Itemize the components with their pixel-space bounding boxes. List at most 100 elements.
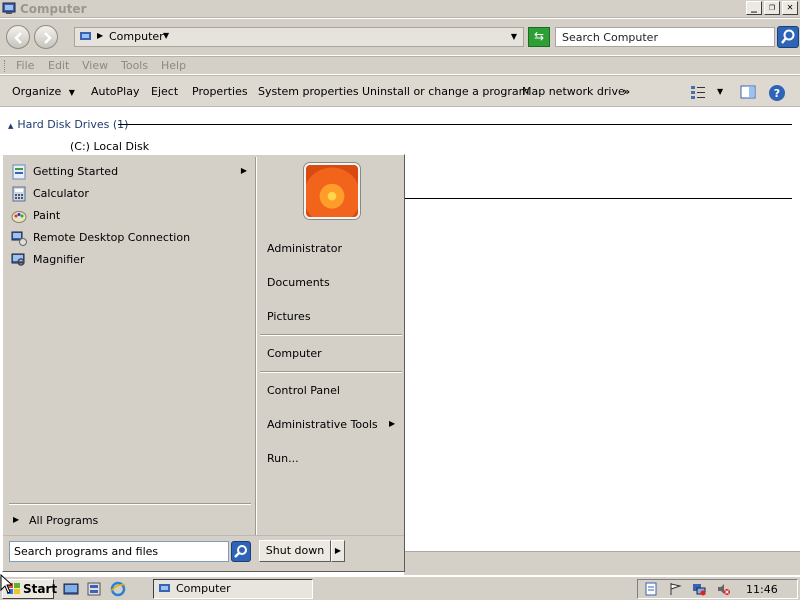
program-label: Remote Desktop Connection [33, 231, 191, 244]
link-administrative-tools[interactable]: Administrative Tools ▶ [267, 418, 395, 431]
link-documents[interactable]: Documents [267, 276, 330, 289]
link-pictures[interactable]: Pictures [267, 310, 311, 323]
program-label: Magnifier [33, 253, 85, 266]
link-computer[interactable]: Computer [267, 347, 322, 360]
submenu-arrow-icon: ▶ [240, 166, 247, 175]
program-label: Getting Started [33, 165, 119, 178]
show-desktop-icon[interactable] [63, 581, 79, 597]
network-icon[interactable] [692, 582, 706, 596]
help-icon[interactable]: ? [768, 84, 786, 102]
shut-down-button[interactable]: Shut down [259, 540, 331, 562]
program-remote-desktop[interactable]: Remote Desktop Connection [11, 228, 251, 248]
start-menu-programs: Getting Started ▶ Calculator Paint Remot… [3, 155, 255, 535]
breadcrumb-computer[interactable]: Computer [109, 30, 164, 43]
organize-button[interactable]: Organize ▼ [12, 85, 75, 98]
internet-explorer-icon[interactable] [110, 581, 126, 597]
local-disk-item[interactable]: (C:) Local Disk [70, 140, 149, 153]
search-button[interactable] [777, 26, 799, 48]
uninstall-program-button[interactable]: Uninstall or change a program [362, 85, 529, 98]
all-programs-label: All Programs [29, 514, 99, 527]
start-menu-footer: Search programs and files Shut down ▶ [3, 535, 404, 571]
places-separator [260, 334, 402, 336]
start-search-button[interactable] [231, 541, 251, 562]
address-history-dropdown-icon[interactable]: ▼ [511, 32, 517, 41]
svg-text:?: ? [774, 87, 780, 100]
map-network-drive-button[interactable]: Map network drive [522, 85, 625, 98]
shut-down-options-button[interactable]: ▶ [331, 540, 345, 562]
forward-button[interactable] [34, 25, 58, 49]
refresh-icon: ⇆ [533, 29, 545, 43]
program-paint[interactable]: Paint [11, 206, 251, 226]
task-label: Computer [176, 582, 231, 595]
breadcrumb-dropdown-icon[interactable]: ▼ [163, 31, 169, 40]
address-bar: ▶ Computer ▼ ▼ ⇆ Search Computer [0, 19, 800, 55]
system-properties-button[interactable]: System properties [258, 85, 359, 98]
flag-icon[interactable] [668, 582, 682, 596]
eject-button[interactable]: Eject [151, 85, 178, 98]
views-dropdown-icon[interactable]: ▼ [717, 87, 723, 96]
program-magnifier[interactable]: Magnifier [11, 250, 251, 270]
getting-started-icon [12, 164, 26, 180]
magnifier-icon [11, 253, 25, 266]
user-picture-avatar[interactable] [304, 163, 360, 219]
link-run[interactable]: Run... [267, 452, 299, 465]
hard-disk-group-header[interactable]: ▲ Hard Disk Drives (1) [8, 118, 128, 131]
taskbar-window-computer[interactable]: Computer [153, 579, 313, 599]
document-icon[interactable] [644, 582, 658, 596]
menu-tools[interactable]: Tools [121, 59, 148, 72]
chevron-down-icon: ▼ [68, 88, 75, 97]
clock[interactable]: 11:46 [746, 583, 778, 596]
breadcrumb-chevron-icon[interactable]: ▶ [97, 31, 103, 40]
refresh-button[interactable]: ⇆ [528, 27, 550, 47]
calculator-icon [12, 186, 26, 202]
volume-muted-icon[interactable] [716, 582, 730, 596]
start-search-input[interactable]: Search programs and files [9, 541, 229, 562]
all-programs-separator [9, 503, 251, 505]
paint-icon [11, 211, 27, 223]
autoplay-button[interactable]: AutoPlay [91, 85, 139, 98]
remote-desktop-icon [11, 231, 27, 246]
address-field[interactable]: ▶ Computer ▼ ▼ [74, 27, 524, 47]
restore-button[interactable]: ❐ [764, 1, 780, 15]
expand-arrow-icon: ▶ [13, 515, 20, 524]
menu-file[interactable]: File [16, 59, 34, 72]
search-icon [781, 29, 795, 44]
more-commands-button[interactable]: » [623, 85, 630, 98]
program-calculator[interactable]: Calculator [11, 184, 251, 204]
computer-icon [159, 584, 170, 592]
start-label: Start [23, 582, 58, 596]
search-input[interactable]: Search Computer [555, 27, 775, 47]
close-button[interactable]: ✕ [782, 1, 798, 15]
program-label: Paint [33, 209, 61, 222]
menu-help[interactable]: Help [161, 59, 186, 72]
places-separator [260, 371, 402, 373]
program-getting-started[interactable]: Getting Started ▶ [11, 162, 251, 182]
devices-group-divider [404, 198, 792, 199]
menu-view[interactable]: View [82, 59, 108, 72]
minimize-button[interactable]: _ [746, 1, 762, 15]
mouse-cursor-icon [0, 574, 12, 594]
forward-arrow-icon [44, 32, 52, 44]
window-title: Computer [20, 2, 87, 16]
window-titlebar[interactable]: Computer _ ❐ ✕ [0, 0, 800, 18]
start-menu: Getting Started ▶ Calculator Paint Remot… [2, 154, 405, 572]
status-area [404, 551, 800, 575]
organize-label: Organize [12, 85, 62, 98]
server-manager-icon[interactable] [86, 581, 102, 597]
properties-button[interactable]: Properties [192, 85, 248, 98]
program-label: Calculator [33, 187, 89, 200]
computer-icon [80, 32, 91, 40]
submenu-arrow-icon: ▶ [389, 419, 396, 428]
group-header-label: Hard Disk Drives (1) [17, 118, 129, 131]
chevron-right-icon: ▶ [334, 546, 342, 555]
menubar-grip[interactable] [4, 60, 6, 72]
link-control-panel[interactable]: Control Panel [267, 384, 340, 397]
command-bar: Organize ▼ AutoPlay Eject Properties Sys… [0, 75, 800, 107]
change-view-icon[interactable] [690, 84, 706, 100]
link-administrator[interactable]: Administrator [267, 242, 342, 255]
back-button[interactable] [6, 25, 30, 49]
group-divider [118, 124, 792, 125]
preview-pane-icon[interactable] [740, 84, 756, 100]
taskbar: Start Computer 11:46 [0, 576, 800, 600]
menu-edit[interactable]: Edit [48, 59, 69, 72]
